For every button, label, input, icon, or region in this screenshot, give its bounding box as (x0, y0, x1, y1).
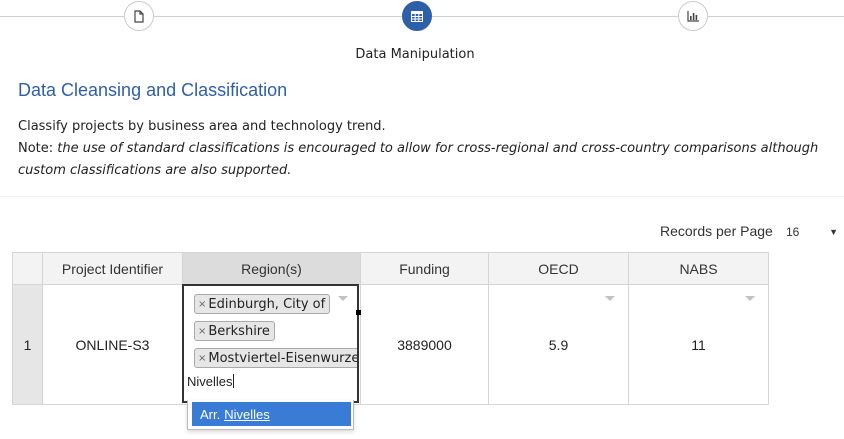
step-visualization[interactable] (678, 1, 708, 31)
cell-fill-handle[interactable] (356, 310, 361, 315)
column-header-funding[interactable]: Funding (360, 252, 489, 285)
note-body: the use of standard classifications is e… (18, 141, 819, 178)
wizard-stepper: Data Manipulation (0, 0, 844, 70)
dropdown-caret-icon[interactable] (338, 296, 348, 301)
region-search-text: Nivelles (187, 374, 233, 389)
records-per-page-value: 16 (786, 225, 800, 239)
step-data-manipulation[interactable] (402, 1, 432, 31)
table-row: 1 ONLINE-S3 3889000 5.9 11 (12, 284, 769, 405)
stepper-line (432, 16, 678, 17)
document-icon (134, 9, 144, 23)
cell-oecd[interactable]: 5.9 (488, 284, 629, 405)
region-tag-label: Berkshire (208, 323, 270, 339)
step-data-upload[interactable] (124, 1, 154, 31)
dropdown-caret-icon[interactable] (605, 296, 615, 301)
column-header-oecd[interactable]: OECD (488, 252, 629, 285)
region-suggestions-dropdown: Arr. Nivelles (187, 400, 354, 430)
note-label: Note: (18, 141, 54, 156)
column-header-project-identifier[interactable]: Project Identifier (42, 252, 183, 285)
current-step-label: Data Manipulation (355, 47, 475, 62)
region-tag: × Berkshire (194, 321, 275, 341)
cell-nabs[interactable]: 11 (628, 284, 769, 405)
nabs-value: 11 (691, 336, 706, 353)
remove-tag-icon[interactable]: × (198, 353, 206, 364)
column-header-regions[interactable]: Region(s) (182, 252, 361, 285)
text-cursor (232, 374, 234, 388)
records-per-page-select[interactable]: 16 ▼ (786, 222, 838, 242)
region-tag-label: Edinburgh, City of (208, 296, 326, 312)
stepper-line (0, 16, 124, 17)
remove-tag-icon[interactable]: × (198, 326, 206, 337)
remove-tag-icon[interactable]: × (198, 299, 206, 310)
table-corner-header (12, 252, 43, 285)
projects-table: Project Identifier Region(s) Funding OEC… (12, 252, 769, 405)
region-tag: × Edinburgh, City of (194, 294, 331, 314)
chevron-down-icon: ▼ (829, 227, 838, 237)
section-title: Data Cleansing and Classification (18, 80, 288, 100)
table-icon (411, 10, 423, 22)
section-description: Classify projects by business area and t… (18, 116, 833, 182)
stepper-line (154, 16, 402, 17)
cell-funding[interactable]: 3889000 (360, 284, 489, 405)
note-text: Note: the use of standard classification… (18, 138, 833, 182)
section-divider (0, 196, 844, 197)
region-tag: × Mostviertel-Eisenwurzen (194, 348, 359, 368)
oecd-value: 5.9 (548, 336, 569, 353)
suggestion-prefix: Arr. (200, 406, 221, 422)
region-search-input[interactable]: Nivelles (187, 374, 347, 389)
intro-text: Classify projects by business area and t… (18, 119, 386, 134)
cell-project-identifier[interactable]: ONLINE-S3 (42, 284, 183, 405)
suggestion-match: Nivelles (224, 406, 270, 422)
dropdown-caret-icon[interactable] (745, 296, 755, 301)
region-multiselect-editor[interactable]: × Edinburgh, City of × Berkshire × Mostv… (182, 284, 359, 403)
row-number[interactable]: 1 (12, 284, 43, 405)
suggestion-item[interactable]: Arr. Nivelles (192, 402, 351, 426)
region-tag-label: Mostviertel-Eisenwurzen (208, 350, 359, 366)
column-header-nabs[interactable]: NABS (628, 252, 769, 285)
bar-chart-icon (686, 11, 699, 22)
stepper-line (708, 16, 844, 17)
records-per-page-label: Records per Page (660, 223, 773, 239)
